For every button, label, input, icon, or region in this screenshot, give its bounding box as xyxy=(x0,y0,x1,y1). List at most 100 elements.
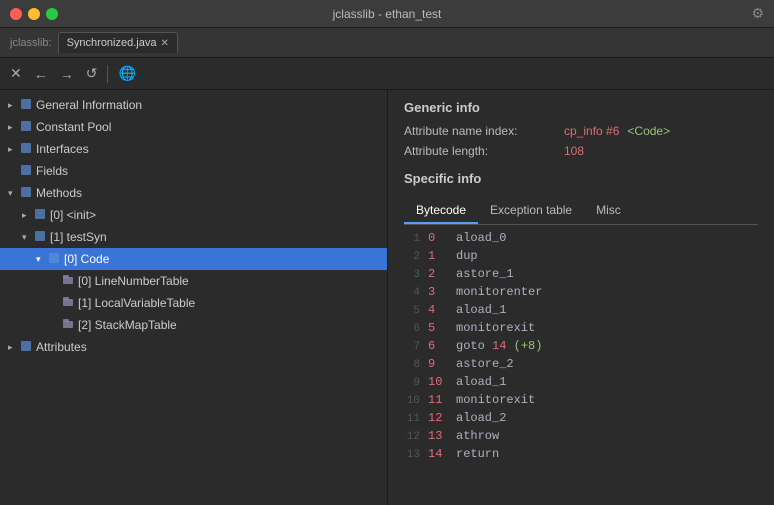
reload-button[interactable]: ↺ xyxy=(82,63,102,84)
node-icon xyxy=(20,120,32,135)
traffic-lights xyxy=(10,8,58,20)
bytecode-instruction: astore_1 xyxy=(456,267,514,281)
line-number: 7 xyxy=(396,341,420,353)
close-button[interactable] xyxy=(10,8,22,20)
toolbar: ✕ ← → ↺ 🌐 xyxy=(0,58,774,90)
tab-close-button[interactable]: ✕ xyxy=(160,38,168,49)
bytecode-number: 11 xyxy=(428,393,448,407)
file-tab[interactable]: Synchronized.java ✕ xyxy=(58,32,178,53)
tree-item-stackMapTable[interactable]: [2] StackMapTable xyxy=(0,314,387,336)
line-number: 10 xyxy=(396,395,420,407)
bytecode-instruction: monitorexit xyxy=(456,321,535,335)
tree-item-label: [0] <init> xyxy=(50,208,96,222)
tree-item-constant-pool[interactable]: ▸ Constant Pool xyxy=(0,116,387,138)
attribute-name-suffix: <Code> xyxy=(627,124,670,138)
bytecode-instruction: monitorenter xyxy=(456,285,542,299)
tree-arrow: ▾ xyxy=(36,254,48,265)
node-icon xyxy=(62,318,74,333)
line-number: 11 xyxy=(396,413,420,425)
content-tab-misc[interactable]: Misc xyxy=(584,198,633,224)
content-panel: Generic info Attribute name index: cp_in… xyxy=(388,90,774,505)
line-number: 3 xyxy=(396,269,420,281)
code-line: 32astore_1 xyxy=(396,267,766,285)
bytecode-number: 12 xyxy=(428,411,448,425)
content-tabs: BytecodeException tableMisc xyxy=(404,198,758,225)
attribute-length-label: Attribute length: xyxy=(404,144,564,158)
tree-item-code[interactable]: ▾[0] Code xyxy=(0,248,387,270)
tree-item-general[interactable]: ▸General Information xyxy=(0,94,387,116)
back-button[interactable]: ← xyxy=(30,64,52,84)
tree-arrow: ▸ xyxy=(8,144,20,155)
tree-item-label: [1] testSyn xyxy=(50,230,107,244)
tree-item-interfaces[interactable]: ▸ Interfaces xyxy=(0,138,387,160)
bytecode-number: 3 xyxy=(428,285,448,299)
tree-item-testSyn[interactable]: ▾[1] testSyn xyxy=(0,226,387,248)
line-number: 1 xyxy=(396,233,420,245)
home-button[interactable]: 🌐 xyxy=(114,63,139,84)
bytecode-instruction: astore_2 xyxy=(456,357,514,371)
specific-info-title: Specific info xyxy=(388,161,774,192)
bytecode-number: 13 xyxy=(428,429,448,443)
tree-item-init[interactable]: ▸[0] <init> xyxy=(0,204,387,226)
tabbar: jclasslib: Synchronized.java ✕ xyxy=(0,28,774,58)
content-tab-exception-table[interactable]: Exception table xyxy=(478,198,584,224)
line-number: 13 xyxy=(396,449,420,461)
node-icon xyxy=(62,296,74,311)
node-icon xyxy=(34,230,46,245)
code-line: 54aload_1 xyxy=(396,303,766,321)
bytecode-number: 0 xyxy=(428,231,448,245)
bytecode-number: 6 xyxy=(428,339,448,353)
tree-item-fields[interactable]: Fields xyxy=(0,160,387,182)
bytecode-instruction: return xyxy=(456,447,499,461)
generic-info-title: Generic info xyxy=(388,90,774,121)
bytecode-instruction: athrow xyxy=(456,429,499,443)
goto-target: 14 xyxy=(492,339,506,353)
tree-item-label: Constant Pool xyxy=(36,120,111,134)
node-icon xyxy=(62,274,74,289)
code-line: 10 11 monitorexit xyxy=(396,393,766,411)
minimize-button[interactable] xyxy=(28,8,40,20)
content-tab-bytecode[interactable]: Bytecode xyxy=(404,198,478,224)
tree-item-localVariableTable[interactable]: [1] LocalVariableTable xyxy=(0,292,387,314)
toolbar-separator xyxy=(107,65,108,83)
attribute-name-value: cp_info #6 xyxy=(564,124,619,138)
tree-item-attributes[interactable]: ▸Attributes xyxy=(0,336,387,358)
bytecode-instruction: aload_1 xyxy=(456,375,506,389)
attribute-length-value: 108 xyxy=(564,144,584,158)
code-line: 1213athrow xyxy=(396,429,766,447)
node-icon xyxy=(48,252,60,267)
bytecode-number: 4 xyxy=(428,303,448,317)
bytecode-instruction: aload_0 xyxy=(456,231,506,245)
node-icon xyxy=(20,340,32,355)
close-toolbar-button[interactable]: ✕ xyxy=(6,63,26,84)
settings-button[interactable]: ⚙ xyxy=(751,5,764,22)
tree-arrow: ▸ xyxy=(8,122,20,133)
bytecode-number: 10 xyxy=(428,375,448,389)
line-number: 4 xyxy=(396,287,420,299)
forward-button[interactable]: → xyxy=(56,64,78,84)
tree-arrow: ▸ xyxy=(8,342,20,353)
code-line: 9 10 aload_1 xyxy=(396,375,766,393)
line-number: 9 xyxy=(396,377,420,389)
code-line: 21dup xyxy=(396,249,766,267)
main-area: ▸General Information▸Constant Pool▸Inter… xyxy=(0,90,774,505)
bytecode-instruction: monitorexit xyxy=(456,393,535,407)
tree-item-label: General Information xyxy=(36,98,142,112)
maximize-button[interactable] xyxy=(46,8,58,20)
tree-item-lineNumberTable[interactable]: [0] LineNumberTable xyxy=(0,270,387,292)
bytecode-number: 9 xyxy=(428,357,448,371)
code-line: 1112aload_2 xyxy=(396,411,766,429)
code-line: 65monitorexit xyxy=(396,321,766,339)
line-number: 8 xyxy=(396,359,420,371)
tree-item-methods[interactable]: ▾Methods xyxy=(0,182,387,204)
tree-item-label: Methods xyxy=(36,186,82,200)
code-line: 10 aload_0 xyxy=(396,231,766,249)
titlebar: jclasslib - ethan_test ⚙ xyxy=(0,0,774,28)
attribute-name-row: Attribute name index: cp_info #6 <Code> xyxy=(388,121,774,141)
app-label: jclasslib: xyxy=(4,37,58,49)
code-line: 1314return xyxy=(396,447,766,465)
tree-item-label: [2] StackMapTable xyxy=(78,318,177,332)
window-title: jclasslib - ethan_test xyxy=(333,7,442,21)
line-number: 6 xyxy=(396,323,420,335)
tree-item-label: Interfaces xyxy=(36,142,89,156)
